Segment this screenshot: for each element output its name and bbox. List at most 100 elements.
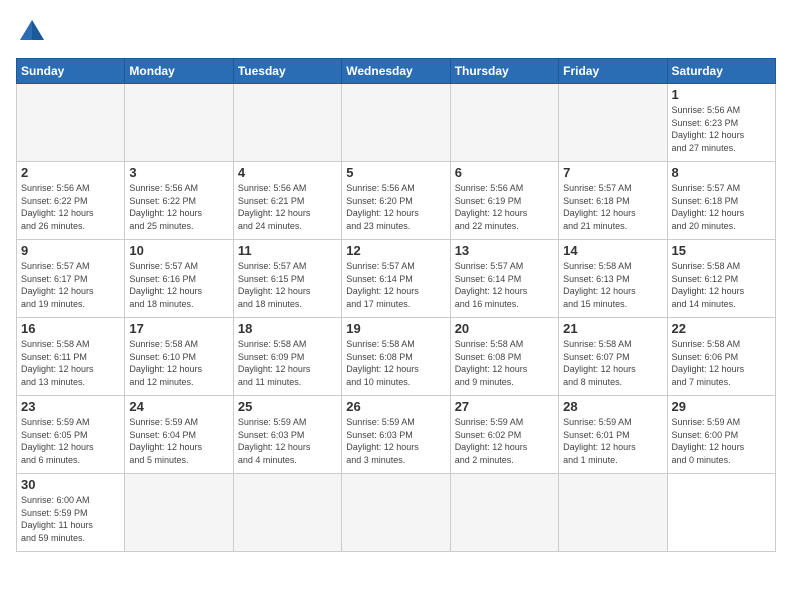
day-number: 2 (21, 165, 120, 180)
calendar-cell: 15Sunrise: 5:58 AM Sunset: 6:12 PM Dayli… (667, 240, 775, 318)
day-number: 27 (455, 399, 554, 414)
calendar-cell: 19 Sunrise: 5:58 AM Sunset: 6:08 PM Dayli… (342, 318, 450, 396)
calendar-cell (342, 474, 450, 552)
day-number: 4 (238, 165, 337, 180)
day-header-tuesday: Tuesday (233, 59, 341, 84)
day-number: 7 (563, 165, 662, 180)
calendar-table: SundayMondayTuesdayWednesdayThursdayFrid… (16, 58, 776, 552)
calendar-cell (342, 84, 450, 162)
day-number: 3 (129, 165, 228, 180)
day-header-wednesday: Wednesday (342, 59, 450, 84)
calendar-cell: 26 Sunrise: 5:59 AM Sunset: 6:03 PM Dayli… (342, 396, 450, 474)
calendar-row: 30Sunrise: 6:00 AM Sunset: 5:59 PM Dayli… (17, 474, 776, 552)
calendar-row: 1 Sunrise: 5:56 AM Sunset: 6:23 PM Daylig… (17, 84, 776, 162)
calendar-cell: 14 Sunrise: 5:58 AM Sunset: 6:13 PM Dayli… (559, 240, 667, 318)
day-info: Sunrise: 5:56 AM Sunset: 6:21 PM Dayligh… (238, 182, 337, 232)
calendar-cell: 8Sunrise: 5:57 AM Sunset: 6:18 PM Daylig… (667, 162, 775, 240)
day-info: Sunrise: 5:57 AM Sunset: 6:16 PM Dayligh… (129, 260, 228, 310)
day-info: Sunrise: 5:58 AM Sunset: 6:10 PM Dayligh… (129, 338, 228, 388)
day-info: Sunrise: 5:59 AM Sunset: 6:01 PM Dayligh… (563, 416, 662, 466)
day-number: 13 (455, 243, 554, 258)
calendar-cell: 22Sunrise: 5:58 AM Sunset: 6:06 PM Dayli… (667, 318, 775, 396)
day-info: Sunrise: 5:58 AM Sunset: 6:12 PM Dayligh… (672, 260, 771, 310)
day-info: Sunrise: 5:58 AM Sunset: 6:08 PM Dayligh… (346, 338, 445, 388)
day-number: 14 (563, 243, 662, 258)
day-info: Sunrise: 5:58 AM Sunset: 6:09 PM Dayligh… (238, 338, 337, 388)
calendar-cell: 23 Sunrise: 5:59 AM Sunset: 6:05 PM Dayli… (17, 396, 125, 474)
calendar-cell (450, 84, 558, 162)
day-info: Sunrise: 5:58 AM Sunset: 6:07 PM Dayligh… (563, 338, 662, 388)
calendar-row: 2 Sunrise: 5:56 AM Sunset: 6:22 PM Daylig… (17, 162, 776, 240)
calendar-cell: 18 Sunrise: 5:58 AM Sunset: 6:09 PM Dayli… (233, 318, 341, 396)
day-info: Sunrise: 5:56 AM Sunset: 6:22 PM Dayligh… (21, 182, 120, 232)
header-row: SundayMondayTuesdayWednesdayThursdayFrid… (17, 59, 776, 84)
day-number: 23 (21, 399, 120, 414)
day-info: Sunrise: 5:57 AM Sunset: 6:15 PM Dayligh… (238, 260, 337, 310)
day-info: Sunrise: 5:56 AM Sunset: 6:22 PM Dayligh… (129, 182, 228, 232)
calendar-cell (233, 474, 341, 552)
day-number: 1 (672, 87, 771, 102)
calendar-cell: 25 Sunrise: 5:59 AM Sunset: 6:03 PM Dayli… (233, 396, 341, 474)
day-number: 10 (129, 243, 228, 258)
day-info: Sunrise: 5:58 AM Sunset: 6:11 PM Dayligh… (21, 338, 120, 388)
calendar-cell: 17Sunrise: 5:58 AM Sunset: 6:10 PM Dayli… (125, 318, 233, 396)
day-number: 18 (238, 321, 337, 336)
calendar-cell: 2 Sunrise: 5:56 AM Sunset: 6:22 PM Daylig… (17, 162, 125, 240)
calendar-cell: 21 Sunrise: 5:58 AM Sunset: 6:07 PM Dayli… (559, 318, 667, 396)
day-info: Sunrise: 5:59 AM Sunset: 6:03 PM Dayligh… (238, 416, 337, 466)
day-header-thursday: Thursday (450, 59, 558, 84)
calendar-cell: 30Sunrise: 6:00 AM Sunset: 5:59 PM Dayli… (17, 474, 125, 552)
day-number: 24 (129, 399, 228, 414)
day-header-saturday: Saturday (667, 59, 775, 84)
day-number: 8 (672, 165, 771, 180)
day-info: Sunrise: 5:59 AM Sunset: 6:02 PM Dayligh… (455, 416, 554, 466)
day-info: Sunrise: 5:57 AM Sunset: 6:14 PM Dayligh… (346, 260, 445, 310)
calendar-cell: 10 Sunrise: 5:57 AM Sunset: 6:16 PM Dayli… (125, 240, 233, 318)
day-info: Sunrise: 5:56 AM Sunset: 6:23 PM Dayligh… (672, 104, 771, 154)
calendar-row: 23 Sunrise: 5:59 AM Sunset: 6:05 PM Dayli… (17, 396, 776, 474)
day-info: Sunrise: 5:59 AM Sunset: 6:04 PM Dayligh… (129, 416, 228, 466)
day-number: 21 (563, 321, 662, 336)
day-number: 6 (455, 165, 554, 180)
day-info: Sunrise: 5:57 AM Sunset: 6:17 PM Dayligh… (21, 260, 120, 310)
calendar-cell: 13 Sunrise: 5:57 AM Sunset: 6:14 PM Dayli… (450, 240, 558, 318)
day-header-sunday: Sunday (17, 59, 125, 84)
calendar-cell: 7 Sunrise: 5:57 AM Sunset: 6:18 PM Daylig… (559, 162, 667, 240)
logo-icon (16, 16, 48, 48)
calendar-cell: 11Sunrise: 5:57 AM Sunset: 6:15 PM Dayli… (233, 240, 341, 318)
day-info: Sunrise: 5:59 AM Sunset: 6:03 PM Dayligh… (346, 416, 445, 466)
calendar-row: 16Sunrise: 5:58 AM Sunset: 6:11 PM Dayli… (17, 318, 776, 396)
calendar-cell (233, 84, 341, 162)
day-header-monday: Monday (125, 59, 233, 84)
day-info: Sunrise: 5:59 AM Sunset: 6:00 PM Dayligh… (672, 416, 771, 466)
day-number: 19 (346, 321, 445, 336)
day-number: 29 (672, 399, 771, 414)
day-number: 26 (346, 399, 445, 414)
day-info: Sunrise: 5:59 AM Sunset: 6:05 PM Dayligh… (21, 416, 120, 466)
calendar-cell: 20Sunrise: 5:58 AM Sunset: 6:08 PM Dayli… (450, 318, 558, 396)
day-number: 12 (346, 243, 445, 258)
calendar-cell: 24 Sunrise: 5:59 AM Sunset: 6:04 PM Dayli… (125, 396, 233, 474)
calendar-cell (125, 474, 233, 552)
calendar-cell: 16Sunrise: 5:58 AM Sunset: 6:11 PM Dayli… (17, 318, 125, 396)
day-info: Sunrise: 5:58 AM Sunset: 6:06 PM Dayligh… (672, 338, 771, 388)
day-info: Sunrise: 6:00 AM Sunset: 5:59 PM Dayligh… (21, 494, 120, 544)
calendar-cell (559, 474, 667, 552)
day-number: 20 (455, 321, 554, 336)
day-number: 9 (21, 243, 120, 258)
calendar-cell: 27 Sunrise: 5:59 AM Sunset: 6:02 PM Dayli… (450, 396, 558, 474)
calendar-cell: 9 Sunrise: 5:57 AM Sunset: 6:17 PM Daylig… (17, 240, 125, 318)
calendar-row: 9 Sunrise: 5:57 AM Sunset: 6:17 PM Daylig… (17, 240, 776, 318)
day-header-friday: Friday (559, 59, 667, 84)
calendar-cell: 6 Sunrise: 5:56 AM Sunset: 6:19 PM Daylig… (450, 162, 558, 240)
calendar-cell (450, 474, 558, 552)
page: SundayMondayTuesdayWednesdayThursdayFrid… (0, 0, 792, 612)
day-info: Sunrise: 5:56 AM Sunset: 6:19 PM Dayligh… (455, 182, 554, 232)
day-info: Sunrise: 5:58 AM Sunset: 6:13 PM Dayligh… (563, 260, 662, 310)
calendar-cell (125, 84, 233, 162)
header (16, 16, 776, 48)
day-info: Sunrise: 5:57 AM Sunset: 6:14 PM Dayligh… (455, 260, 554, 310)
day-number: 25 (238, 399, 337, 414)
calendar-cell: 4 Sunrise: 5:56 AM Sunset: 6:21 PM Daylig… (233, 162, 341, 240)
day-info: Sunrise: 5:57 AM Sunset: 6:18 PM Dayligh… (563, 182, 662, 232)
